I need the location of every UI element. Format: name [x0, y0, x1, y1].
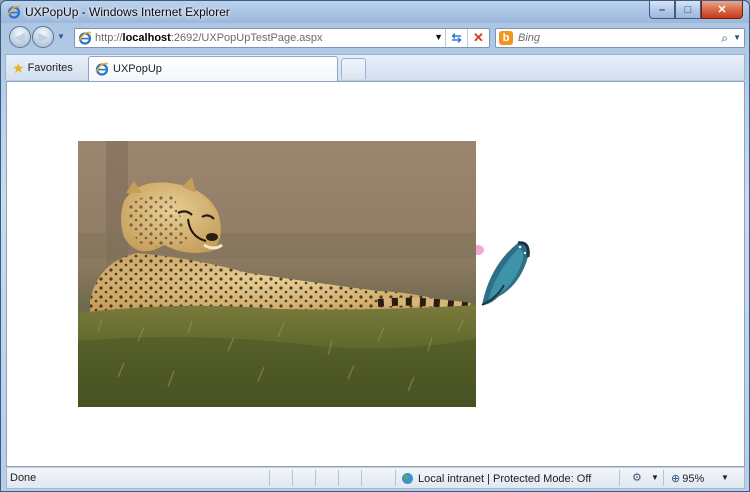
minimize-icon: –: [658, 3, 666, 16]
tab-label: UXPopUp: [113, 63, 162, 75]
gear-icon[interactable]: ⚙: [632, 471, 642, 484]
favorites-label: Favorites: [27, 61, 73, 74]
globe-icon: [402, 473, 413, 484]
status-text: Done: [10, 472, 37, 484]
status-divider: [292, 470, 293, 486]
zoom-level: 95%: [682, 472, 705, 485]
zoom-control[interactable]: ⊕ 95%: [671, 470, 704, 487]
butterfly-image: [468, 235, 558, 327]
url-scheme: http://: [95, 32, 123, 44]
status-bar: Done Local intranet | Protected Mode: Of…: [6, 467, 745, 489]
search-input[interactable]: Bing: [518, 32, 540, 44]
minimize-button[interactable]: –: [649, 1, 675, 19]
url-host: localhost: [122, 32, 171, 44]
title-bar[interactable]: UXPopUp - Windows Internet Explorer – □ …: [1, 1, 749, 23]
search-icon[interactable]: ⌕: [721, 31, 728, 46]
back-button[interactable]: ◀: [9, 26, 31, 48]
stop-button[interactable]: ✕: [467, 29, 489, 47]
chevron-down-icon[interactable]: ▼: [651, 473, 659, 482]
status-divider: [663, 470, 664, 486]
search-options-dropdown-icon[interactable]: ▼: [733, 33, 741, 42]
status-divider: [338, 470, 339, 486]
recent-pages-dropdown[interactable]: ▼: [57, 32, 65, 41]
favorites-star-icon: ★: [12, 59, 25, 76]
address-url[interactable]: http://localhost:2692/UXPopUpTestPage.as…: [95, 32, 322, 44]
tab-ie-icon: [95, 62, 109, 76]
security-zone-text: Local intranet | Protected Mode: Off: [418, 472, 592, 485]
page-ie-icon: [78, 31, 92, 45]
maximize-button[interactable]: □: [675, 1, 701, 19]
maximize-icon: □: [684, 3, 692, 16]
favorites-button[interactable]: ★ Favorites: [8, 57, 79, 78]
refresh-icon: ⇆: [451, 31, 462, 45]
ie-logo-icon: [7, 5, 21, 19]
favorites-bar: ★ Favorites UXPopUp: [5, 54, 745, 81]
refresh-button[interactable]: ⇆: [445, 29, 467, 47]
bing-icon: b: [499, 31, 513, 45]
address-dropdown-icon[interactable]: ▼: [434, 32, 443, 42]
status-divider: [361, 470, 362, 486]
zoom-icon: ⊕: [671, 473, 681, 485]
security-zone[interactable]: Local intranet | Protected Mode: Off: [401, 470, 591, 487]
zoom-dropdown-icon[interactable]: ▼: [721, 473, 729, 482]
window-title: UXPopUp - Windows Internet Explorer: [25, 5, 230, 19]
new-tab-button[interactable]: [341, 58, 366, 79]
close-icon: ✕: [717, 4, 727, 16]
search-box[interactable]: b Bing ⌕ ▼: [495, 28, 745, 48]
window-controls: – □ ✕: [649, 1, 743, 19]
navigation-bar: ◀ ▶ ▼ http://localhost:2692/UXPopUpTestP…: [1, 24, 749, 52]
address-bar[interactable]: http://localhost:2692/UXPopUpTestPage.as…: [74, 28, 490, 48]
status-divider: [269, 470, 270, 486]
stop-icon: ✕: [473, 30, 484, 45]
url-path: :2692/UXPopUpTestPage.aspx: [170, 32, 323, 44]
close-button[interactable]: ✕: [701, 1, 743, 19]
forward-button[interactable]: ▶: [32, 26, 54, 48]
browser-window: UXPopUp - Windows Internet Explorer – □ …: [0, 0, 750, 492]
cheetah-image: [78, 141, 476, 407]
tab-uxpopup[interactable]: UXPopUp: [88, 56, 338, 81]
status-divider: [619, 470, 620, 486]
status-divider: [315, 470, 316, 486]
page-content: [6, 81, 745, 467]
status-divider: [395, 470, 396, 486]
forward-arrow-icon: ▶: [38, 30, 48, 44]
back-arrow-icon: ◀: [15, 30, 25, 44]
